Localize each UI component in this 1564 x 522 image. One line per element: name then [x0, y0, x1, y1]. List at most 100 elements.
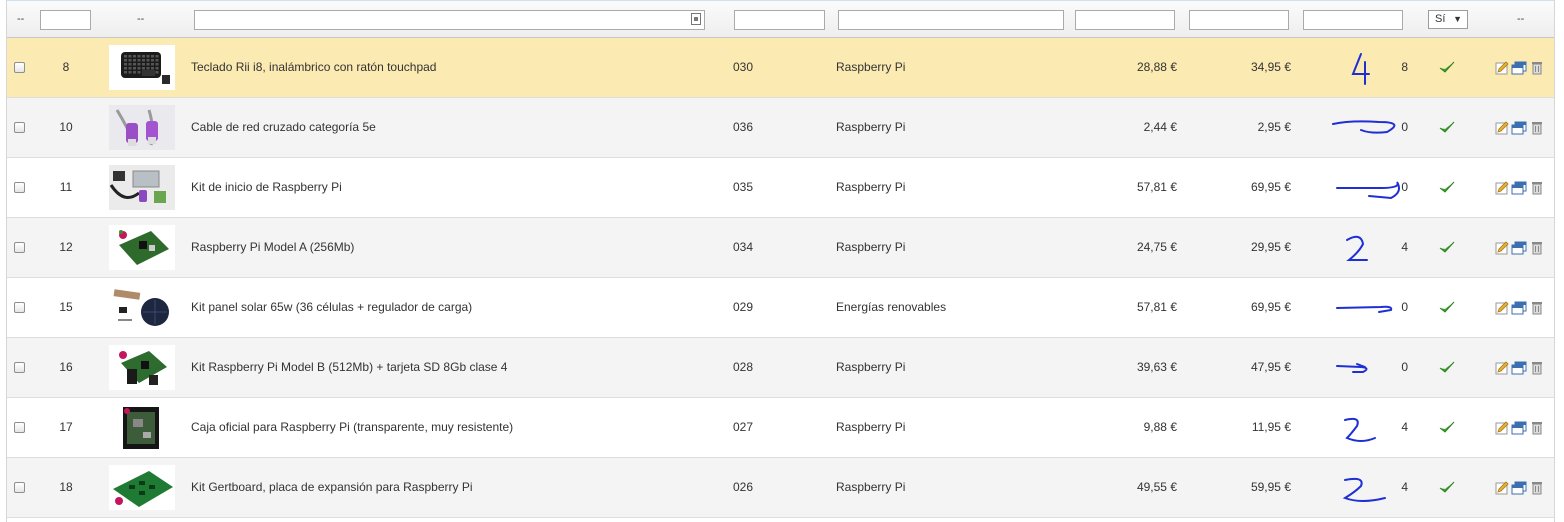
product-base-price: 49,55 €	[1136, 480, 1177, 494]
product-id: 18	[59, 480, 73, 494]
product-reference: 027	[733, 420, 754, 434]
product-reference: 034	[733, 240, 754, 254]
handwritten-annotation	[1344, 417, 1376, 442]
product-name: Kit Gertboard, placa de expansión para R…	[191, 480, 473, 494]
row-actions	[1495, 241, 1551, 257]
row-select-checkbox[interactable]	[14, 422, 25, 433]
solar-thumbnail	[109, 285, 175, 330]
delete-icon[interactable]	[1531, 61, 1543, 75]
product-category: Raspberry Pi	[836, 360, 906, 374]
filter-id-input[interactable]	[40, 10, 91, 30]
product-category: Raspberry Pi	[836, 420, 906, 434]
edit-icon[interactable]	[1495, 421, 1509, 435]
product-final-price: 29,95 €	[1250, 240, 1291, 254]
product-name: Kit Raspberry Pi Model B (512Mb) + tarje…	[191, 360, 508, 374]
edit-icon[interactable]	[1495, 361, 1509, 375]
product-base-price: 57,81 €	[1136, 300, 1177, 314]
filter-name-input[interactable]	[194, 10, 705, 30]
filter-row: -- -- Sí ▼ --	[7, 0, 1554, 38]
check-icon[interactable]	[1439, 360, 1455, 374]
product-category: Raspberry Pi	[836, 120, 906, 134]
check-icon[interactable]	[1439, 420, 1455, 434]
delete-icon[interactable]	[1531, 481, 1543, 495]
cable-thumbnail	[109, 105, 175, 150]
row-select-checkbox[interactable]	[14, 122, 25, 133]
edit-icon[interactable]	[1495, 481, 1509, 495]
check-icon[interactable]	[1439, 180, 1455, 194]
product-id: 8	[62, 60, 70, 74]
edit-icon[interactable]	[1495, 61, 1509, 75]
check-icon[interactable]	[1439, 240, 1455, 254]
keyboard-thumbnail	[109, 45, 175, 90]
filter-price-incl-input[interactable]	[1189, 10, 1289, 30]
duplicate-icon[interactable]	[1511, 301, 1527, 315]
duplicate-icon[interactable]	[1511, 61, 1527, 75]
handwritten-annotation	[1336, 305, 1393, 313]
product-name: Raspberry Pi Model A (256Mb)	[191, 240, 355, 254]
edit-icon[interactable]	[1495, 241, 1509, 255]
duplicate-icon[interactable]	[1511, 121, 1527, 135]
duplicate-icon[interactable]	[1511, 421, 1527, 435]
duplicate-icon[interactable]	[1511, 241, 1527, 255]
edit-icon[interactable]	[1495, 121, 1509, 135]
check-icon[interactable]	[1439, 300, 1455, 314]
product-reference: 029	[733, 300, 754, 314]
row-select-checkbox[interactable]	[14, 182, 25, 193]
check-icon[interactable]	[1439, 60, 1455, 74]
row-select-checkbox[interactable]	[14, 362, 25, 373]
row-select-checkbox[interactable]	[14, 302, 25, 313]
table-row[interactable]: 18 Kit Gertboard, placa de expansión para…	[7, 458, 1554, 518]
row-actions	[1495, 121, 1551, 137]
filter-reference-input[interactable]	[734, 10, 825, 30]
product-quantity: 8	[1401, 60, 1408, 74]
delete-icon[interactable]	[1531, 421, 1543, 435]
delete-icon[interactable]	[1531, 301, 1543, 315]
duplicate-icon[interactable]	[1511, 361, 1527, 375]
product-reference: 035	[733, 180, 754, 194]
product-final-price: 47,95 €	[1250, 360, 1291, 374]
delete-icon[interactable]	[1531, 121, 1543, 135]
row-actions	[1495, 361, 1551, 377]
check-icon[interactable]	[1439, 120, 1455, 134]
product-final-price: 2,95 €	[1257, 120, 1291, 134]
product-name: Kit panel solar 65w (36 células + regula…	[191, 300, 473, 314]
product-grid: -- -- Sí ▼ -- 8 Teclado Rii i8, inalámbri…	[6, 0, 1555, 522]
table-row[interactable]: 15 Kit panel solar 65w (36 células + regu…	[7, 278, 1554, 338]
edit-icon[interactable]	[1495, 181, 1509, 195]
table-row[interactable]: 8 Teclado Rii i8, inalámbrico con ratón t…	[7, 38, 1554, 98]
edit-icon[interactable]	[1495, 301, 1509, 315]
handwritten-annotation	[1342, 477, 1386, 502]
filter-price-excl-input[interactable]	[1075, 10, 1175, 30]
delete-icon[interactable]	[1531, 241, 1543, 255]
product-reference: 028	[733, 360, 754, 374]
product-name: Teclado Rii i8, inalámbrico con ratón to…	[191, 60, 437, 74]
row-select-checkbox[interactable]	[14, 62, 25, 73]
product-category: Raspberry Pi	[836, 180, 906, 194]
duplicate-icon[interactable]	[1511, 181, 1527, 195]
product-name: Cable de red cruzado categoría 5e	[191, 120, 376, 134]
row-actions	[1495, 421, 1551, 437]
filter-stock-input[interactable]	[1303, 10, 1403, 30]
duplicate-icon[interactable]	[1511, 481, 1527, 495]
delete-icon[interactable]	[1531, 361, 1543, 375]
product-id: 11	[59, 180, 73, 194]
delete-icon[interactable]	[1531, 181, 1543, 195]
check-icon[interactable]	[1439, 480, 1455, 494]
filter-category-input[interactable]	[838, 10, 1064, 30]
table-row[interactable]: 10 Cable de red cruzado categoría 5e 036 Ra…	[7, 98, 1554, 158]
table-row[interactable]: 16 Kit Raspberry Pi Model B (512Mb) + tar…	[7, 338, 1554, 398]
table-row[interactable]: 11 Kit de inicio de Raspberry Pi 035 Raspbe…	[7, 158, 1554, 218]
product-final-price: 11,95 €	[1251, 420, 1291, 434]
product-category: Raspberry Pi	[836, 240, 906, 254]
row-actions	[1495, 301, 1551, 317]
row-select-checkbox[interactable]	[14, 242, 25, 253]
table-row[interactable]: 17 Caja oficial para Raspberry Pi (transp…	[7, 398, 1554, 458]
handwritten-annotation	[1346, 235, 1368, 261]
product-reference: 030	[733, 60, 754, 74]
table-row[interactable]: 12 Raspberry Pi Model A (256Mb) 034 Raspber…	[7, 218, 1554, 278]
product-quantity: 4	[1401, 240, 1408, 254]
filter-dash-actions: --	[1517, 13, 1525, 25]
row-select-checkbox[interactable]	[14, 482, 25, 493]
contact-picker-icon[interactable]	[691, 13, 701, 25]
filter-active-select[interactable]: Sí ▼	[1428, 10, 1468, 29]
